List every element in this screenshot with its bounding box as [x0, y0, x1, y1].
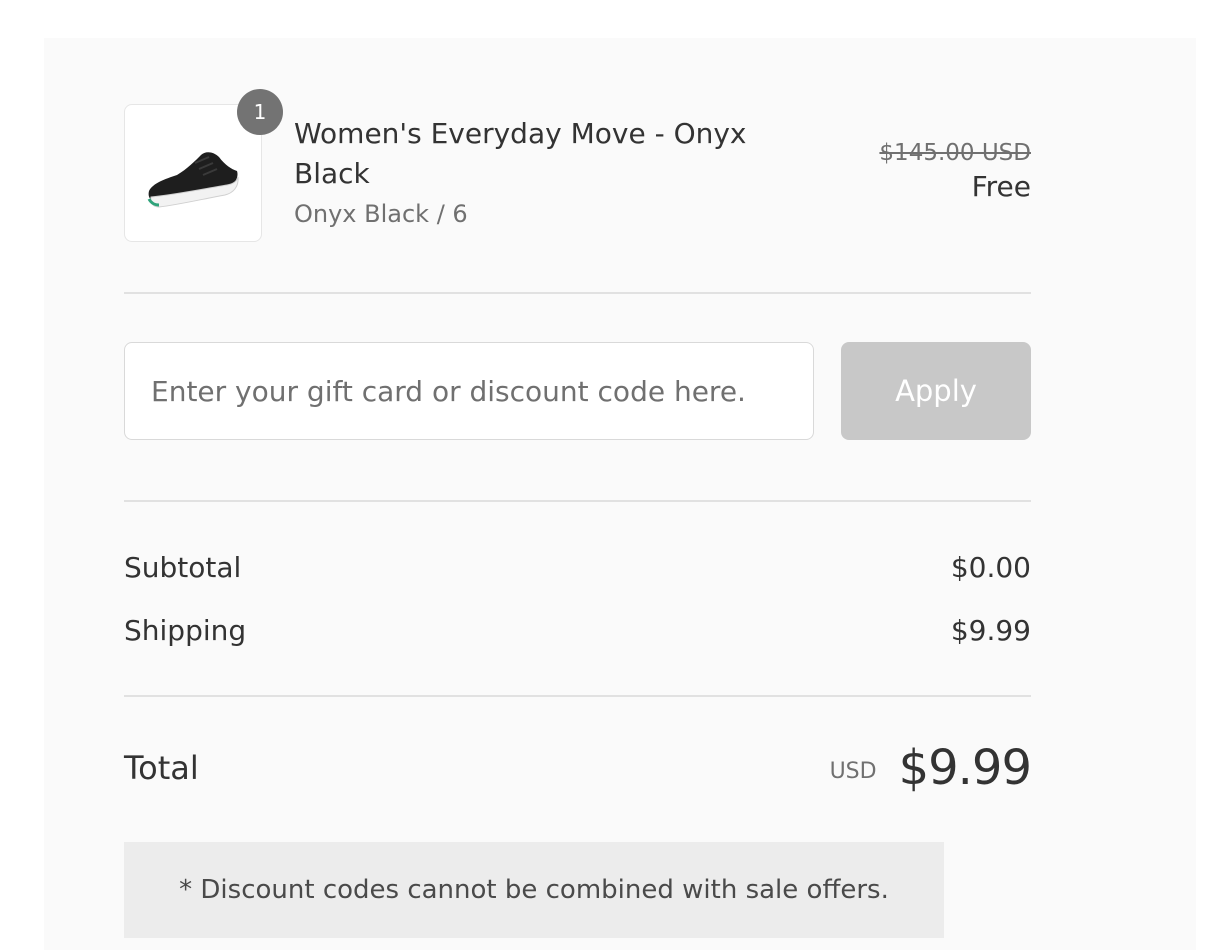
discount-notice: * Discount codes cannot be combined with…	[124, 842, 944, 938]
total-amount: $9.99	[898, 740, 1032, 796]
divider	[124, 500, 1031, 502]
quantity-badge: 1	[237, 89, 283, 135]
total-price: USD $9.99	[829, 738, 1032, 798]
total-row: Total USD $9.99	[124, 738, 1032, 798]
divider	[124, 695, 1031, 697]
current-price: Free	[971, 170, 1031, 203]
total-currency: USD	[829, 759, 877, 784]
apply-button[interactable]: Apply	[841, 342, 1031, 440]
shipping-value: $9.99	[950, 614, 1031, 647]
total-label: Total	[124, 749, 199, 787]
shipping-label: Shipping	[124, 614, 247, 647]
sneaker-icon	[147, 152, 239, 208]
subtotal-label: Subtotal	[124, 551, 242, 584]
order-summary-panel: 1 Women's Everyday Move - Onyx Black Ony…	[44, 38, 1196, 950]
product-name: Women's Everyday Move - Onyx Black	[294, 117, 747, 190]
discount-code-input[interactable]	[124, 342, 814, 440]
original-price: $145.00 USD	[879, 140, 1031, 166]
subtotal-value: $0.00	[950, 551, 1031, 584]
product-variant: Onyx Black / 6	[294, 200, 468, 228]
cart-line-item: 1 Women's Everyday Move - Onyx Black Ony…	[124, 89, 1031, 242]
product-price: $145.00 USD Free	[879, 138, 1031, 206]
divider	[124, 292, 1031, 294]
product-thumbnail: 1	[124, 89, 283, 242]
